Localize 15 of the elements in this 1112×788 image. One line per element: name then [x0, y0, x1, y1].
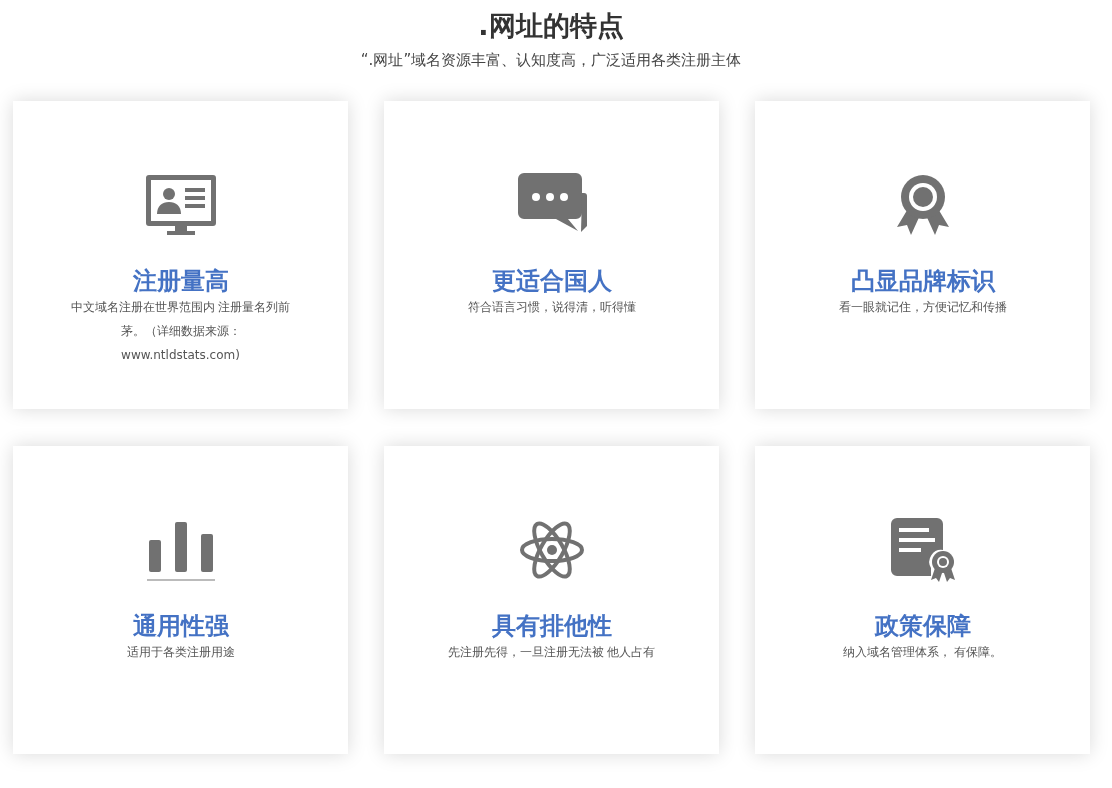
feature-title: 政策保障: [874, 611, 971, 641]
feature-description: 看一眼就记住，方便记忆和传播: [838, 299, 1007, 317]
feature-title: 注册量高: [132, 266, 229, 296]
section-title: .网址的特点: [477, 9, 625, 43]
feature-title: 具有排他性: [491, 611, 612, 641]
id-card-icon: [144, 172, 217, 237]
feature-description: 纳入域名管理体系， 有保障。: [842, 644, 1003, 662]
feature-description: 符合语言习惯，说得清，听得懂: [467, 299, 636, 317]
feature-description: 先注册先得，一旦注册无法被 他人占有: [447, 644, 656, 662]
feature-title: 通用性强: [132, 611, 229, 641]
feature-description: 适用于各类注册用途: [126, 644, 235, 662]
feature-description: 中文域名注册在世界范围内 注册量名列前茅。（详细数据来源：www.ntldstats.com): [69, 299, 292, 365]
feature-title: 更适合国人: [491, 266, 612, 296]
section-subtitle: “.网址”域名资源丰富、认知度高，广泛适用各类注册主体: [359, 50, 743, 72]
feature-title: 凸显品牌标识: [850, 266, 995, 296]
